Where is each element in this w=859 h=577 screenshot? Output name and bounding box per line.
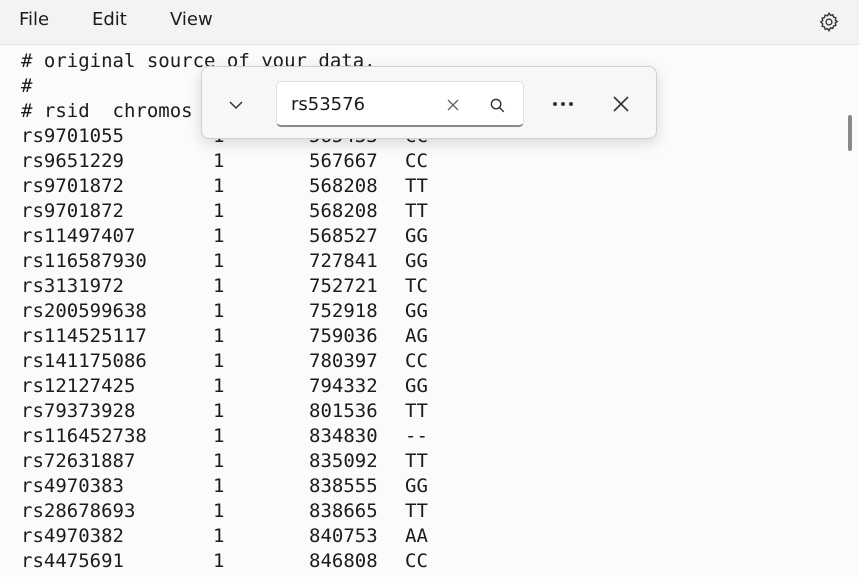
chevron-down-icon[interactable] <box>220 89 252 121</box>
search-icon[interactable] <box>486 94 508 116</box>
genotype-cell: TT <box>405 450 428 472</box>
position-cell: 835092 <box>309 450 378 472</box>
rsid-cell: rs200599638 <box>21 300 147 322</box>
genotype-cell: TT <box>405 175 428 197</box>
position-cell: 794332 <box>309 375 378 397</box>
position-cell: 838665 <box>309 500 378 522</box>
rsid-cell: rs12127425 <box>21 375 136 397</box>
position-cell: 846808 <box>309 550 378 572</box>
more-icon[interactable] <box>547 89 579 119</box>
position-cell: 780397 <box>309 350 378 372</box>
chromosome-cell: 1 <box>213 250 225 272</box>
position-cell: 568208 <box>309 200 378 222</box>
menu-file[interactable]: File <box>19 9 49 30</box>
position-cell: 801536 <box>309 400 378 422</box>
rsid-cell: rs9651229 <box>21 150 124 172</box>
position-cell: 840753 <box>309 525 378 547</box>
genotype-cell: AG <box>405 325 428 347</box>
genotype-cell: TT <box>405 500 428 522</box>
genotype-cell: GG <box>405 250 428 272</box>
position-cell: 759036 <box>309 325 378 347</box>
chromosome-cell: 1 <box>213 550 225 572</box>
rsid-cell: rs141175086 <box>21 350 147 372</box>
menu-view[interactable]: View <box>170 9 213 30</box>
rsid-cell: rs28678693 <box>21 500 136 522</box>
chromosome-cell: 1 <box>213 200 225 222</box>
chromosome-cell: 1 <box>213 300 225 322</box>
chromosome-cell: 1 <box>213 150 225 172</box>
close-icon[interactable] <box>442 94 464 116</box>
position-cell: 834830 <box>309 425 378 447</box>
menu-bar: File Edit View <box>0 0 859 44</box>
chromosome-cell: 1 <box>213 525 225 547</box>
chromosome-cell: 1 <box>213 375 225 397</box>
genotype-cell: CC <box>405 150 428 172</box>
rsid-cell: rs4970383 <box>21 475 124 497</box>
genotype-cell: CC <box>405 350 428 372</box>
find-field <box>276 81 524 127</box>
position-cell: 752918 <box>309 300 378 322</box>
genotype-cell: GG <box>405 225 428 247</box>
genotype-cell: TC <box>405 275 428 297</box>
genotype-cell: AA <box>405 525 428 547</box>
rsid-cell: rs3131972 <box>21 275 124 297</box>
chromosome-cell: 1 <box>213 175 225 197</box>
position-cell: 568527 <box>309 225 378 247</box>
chromosome-cell: 1 <box>213 450 225 472</box>
rsid-cell: rs9701872 <box>21 200 124 222</box>
rsid-cell: rs116587930 <box>21 250 147 272</box>
rsid-cell: rs11497407 <box>21 225 136 247</box>
rsid-cell: rs114525117 <box>21 325 147 347</box>
position-cell: 567667 <box>309 150 378 172</box>
rsid-cell: rs79373928 <box>21 400 136 422</box>
chromosome-cell: 1 <box>213 425 225 447</box>
genotype-cell: GG <box>405 300 428 322</box>
rsid-cell: rs9701055 <box>21 125 124 147</box>
chromosome-cell: 1 <box>213 350 225 372</box>
rsid-cell: rs4970382 <box>21 525 124 547</box>
genotype-cell: -- <box>405 425 428 447</box>
genotype-cell: CC <box>405 550 428 572</box>
chromosome-cell: 1 <box>213 475 225 497</box>
chromosome-cell: 1 <box>213 400 225 422</box>
rsid-cell: rs9701872 <box>21 175 124 197</box>
genotype-cell: TT <box>405 400 428 422</box>
chromosome-cell: 1 <box>213 500 225 522</box>
rsid-cell: rs72631887 <box>21 450 136 472</box>
position-cell: 838555 <box>309 475 378 497</box>
rsid-cell: rs116452738 <box>21 425 147 447</box>
vertical-scrollbar[interactable] <box>848 115 852 151</box>
genotype-cell: TT <box>405 200 428 222</box>
position-cell: 752721 <box>309 275 378 297</box>
find-panel <box>201 66 657 139</box>
menu-edit[interactable]: Edit <box>92 9 127 30</box>
rsid-cell: rs4475691 <box>21 550 124 572</box>
close-icon[interactable] <box>605 88 637 120</box>
gear-icon[interactable] <box>817 10 841 34</box>
chromosome-cell: 1 <box>213 225 225 247</box>
position-cell: 727841 <box>309 250 378 272</box>
position-cell: 568208 <box>309 175 378 197</box>
genotype-cell: GG <box>405 375 428 397</box>
genotype-cell: GG <box>405 475 428 497</box>
chromosome-cell: 1 <box>213 325 225 347</box>
find-input[interactable] <box>291 92 431 116</box>
chromosome-cell: 1 <box>213 275 225 297</box>
